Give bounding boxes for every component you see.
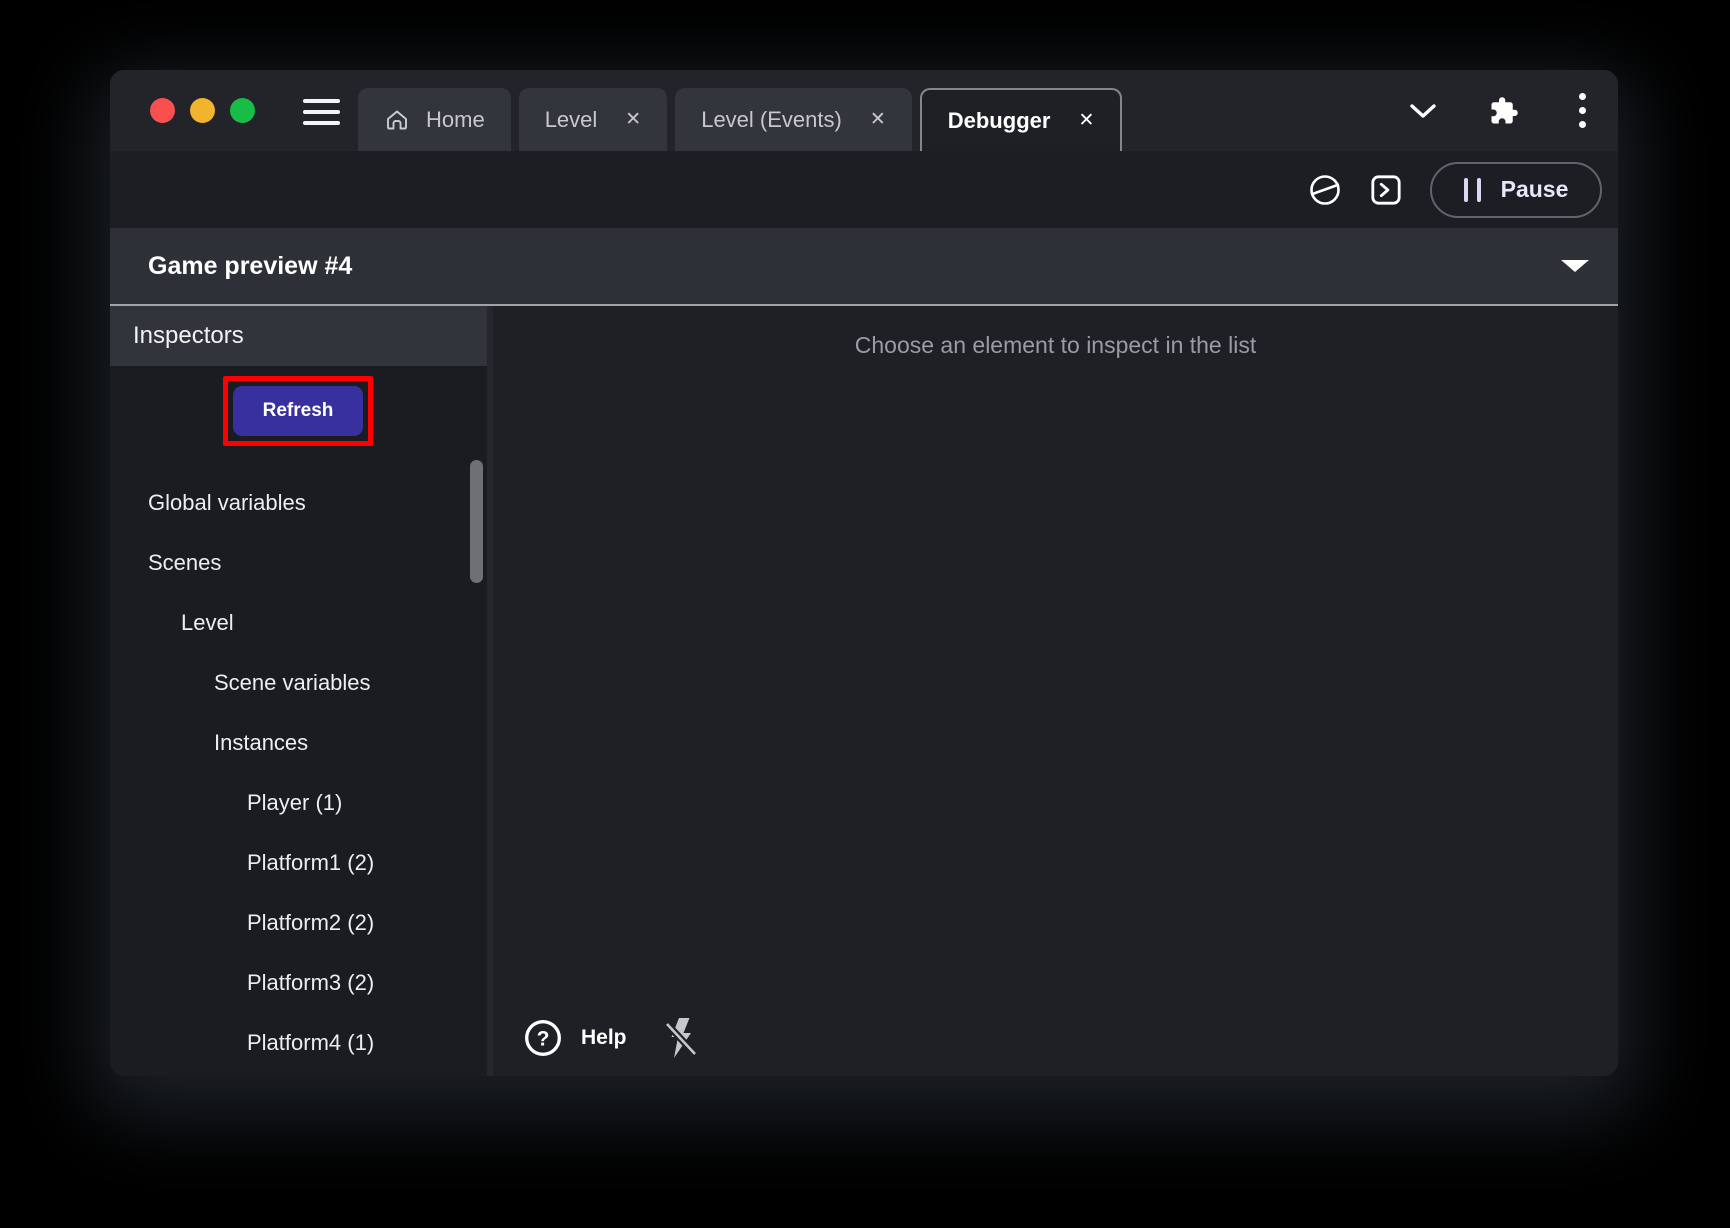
tab-level-events[interactable]: Level (Events) ✕ [675, 88, 912, 151]
dropdown-triangle-icon[interactable] [1560, 259, 1590, 273]
help-label[interactable]: Help [581, 1026, 627, 1050]
profiler-gauge-icon[interactable] [1308, 173, 1342, 207]
app-window: Home Level ✕ Level (Events) ✕ Debugger ✕ [110, 70, 1618, 1076]
refresh-button-highlight: Refresh [223, 376, 373, 446]
minimize-window-button[interactable] [190, 98, 215, 123]
hamburger-menu-icon[interactable] [303, 99, 340, 125]
close-window-button[interactable] [150, 98, 175, 123]
tree-item-platform1[interactable]: Platform1 (2) [110, 833, 487, 893]
tab-bar: Home Level ✕ Level (Events) ✕ Debugger ✕ [358, 88, 1122, 151]
refresh-zone: Refresh [110, 366, 487, 473]
help-icon[interactable]: ? [523, 1018, 563, 1058]
maximize-window-button[interactable] [230, 98, 255, 123]
refresh-button[interactable]: Refresh [233, 386, 363, 436]
tab-level[interactable]: Level ✕ [519, 88, 668, 151]
tree-item-global-variables[interactable]: Global variables [110, 473, 487, 533]
pause-button[interactable]: Pause [1430, 162, 1602, 218]
inspector-sidebar: Inspectors Refresh Global variables Scen… [110, 306, 487, 1076]
sidebar-scrollbar[interactable] [470, 460, 483, 583]
help-row: ? Help [523, 1016, 699, 1060]
tab-debugger[interactable]: Debugger ✕ [920, 88, 1123, 151]
inspector-tree: Global variables Scenes Level Scene vari… [110, 473, 487, 1076]
tree-item-scene-variables[interactable]: Scene variables [110, 653, 487, 713]
tab-level-label: Level [545, 107, 598, 133]
debugger-toolbar: Pause [110, 151, 1618, 228]
sidebar-header-title: Inspectors [133, 322, 244, 350]
window-titlebar: Home Level ✕ Level (Events) ✕ Debugger ✕ [110, 70, 1618, 151]
extensions-puzzle-icon[interactable] [1489, 96, 1519, 126]
tree-item-platform2[interactable]: Platform2 (2) [110, 893, 487, 953]
tree-item-platform4[interactable]: Platform4 (1) [110, 1013, 487, 1073]
tab-home-label: Home [426, 107, 485, 133]
home-icon [384, 107, 410, 133]
tab-debugger-label: Debugger [948, 108, 1051, 134]
tree-item-instances[interactable]: Instances [110, 713, 487, 773]
close-icon[interactable]: ✕ [625, 110, 641, 129]
tree-item-scenes[interactable]: Scenes [110, 533, 487, 593]
tab-home[interactable]: Home [358, 88, 511, 151]
svg-text:?: ? [537, 1028, 550, 1051]
tree-item-platform3[interactable]: Platform3 (2) [110, 953, 487, 1013]
flash-off-icon[interactable] [663, 1016, 699, 1060]
desktop-background: Home Level ✕ Level (Events) ✕ Debugger ✕ [0, 0, 1730, 1228]
close-icon[interactable]: ✕ [870, 110, 886, 129]
sidebar-header: Inspectors [110, 306, 487, 366]
tree-item-level[interactable]: Level [110, 593, 487, 653]
empty-state-message: Choose an element to inspect in the list [493, 332, 1618, 359]
titlebar-actions [1409, 70, 1588, 151]
close-icon[interactable]: ✕ [1078, 111, 1094, 130]
tree-item-player[interactable]: Player (1) [110, 773, 487, 833]
debugger-content: Inspectors Refresh Global variables Scen… [110, 306, 1618, 1076]
inspector-panel: Choose an element to inspect in the list… [493, 306, 1618, 1076]
kebab-menu-icon[interactable] [1577, 93, 1588, 128]
tab-level-events-label: Level (Events) [701, 107, 842, 133]
pause-bars-icon [1464, 178, 1481, 202]
preview-title: Game preview #4 [148, 252, 1560, 281]
window-controls [150, 70, 255, 151]
pause-button-label: Pause [1501, 176, 1569, 203]
chevron-down-icon[interactable] [1409, 103, 1437, 119]
preview-selector[interactable]: Game preview #4 [110, 228, 1618, 306]
console-icon[interactable] [1370, 174, 1402, 206]
